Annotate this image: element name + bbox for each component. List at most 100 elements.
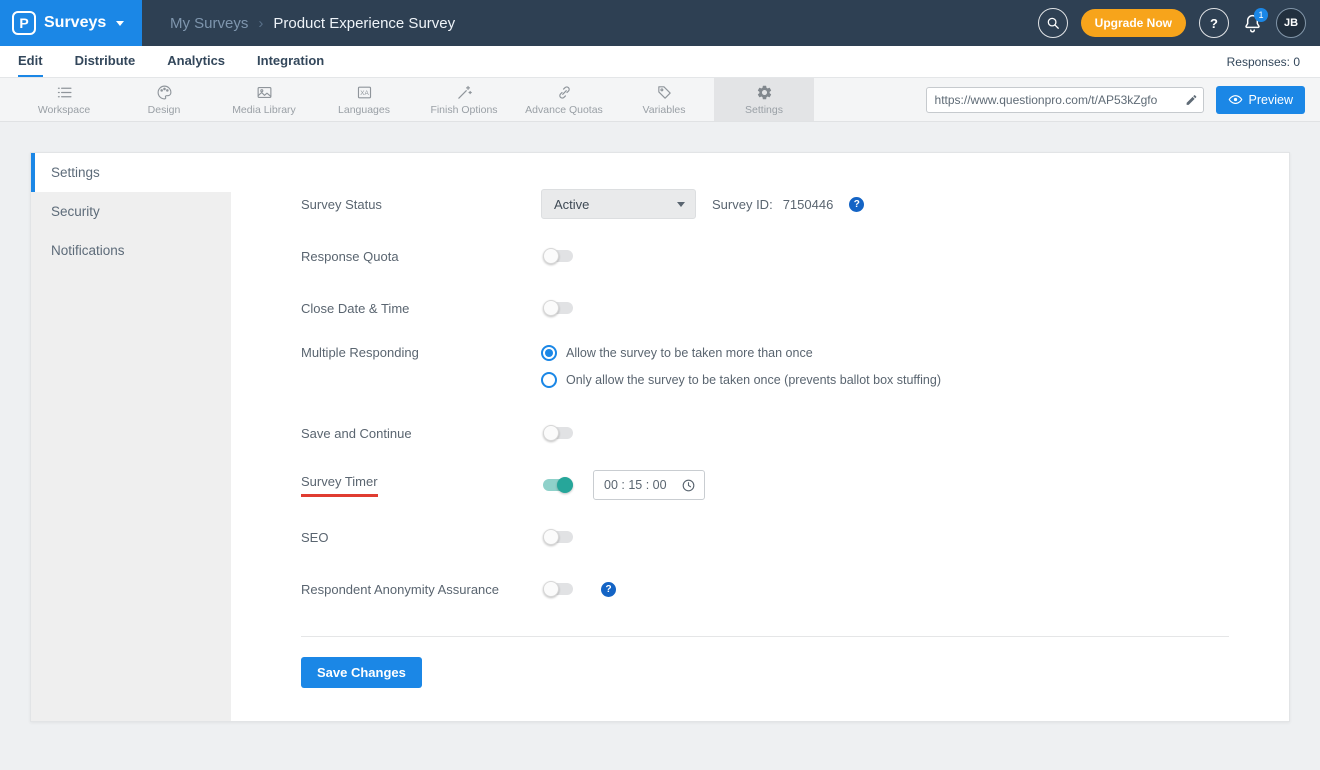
sidebar-item-notifications[interactable]: Notifications [31, 231, 231, 270]
breadcrumb-separator: › [258, 14, 264, 32]
top-navigation-bar: P Surveys My Surveys › Product Experienc… [0, 0, 1320, 46]
topbar-actions: Upgrade Now ? 1 JB [1037, 7, 1320, 38]
chevron-down-icon [116, 20, 125, 26]
multiple-responding-row: Multiple Responding Allow the survey to … [301, 345, 1229, 388]
radio-icon [541, 345, 557, 361]
toolbar-item-label: Media Library [232, 103, 296, 116]
languages-icon: XA [356, 84, 373, 101]
upgrade-now-button[interactable]: Upgrade Now [1080, 9, 1186, 37]
survey-timer-input[interactable]: 00 : 15 : 00 [593, 470, 705, 500]
settings-card: Settings Security Notifications Survey S… [30, 152, 1290, 722]
response-quota-label: Response Quota [301, 248, 399, 264]
tab-edit[interactable]: Edit [18, 46, 43, 77]
help-icon: ? [1210, 15, 1218, 31]
survey-url-wrap [925, 86, 1204, 113]
tab-integration[interactable]: Integration [257, 46, 324, 77]
chevron-down-icon [677, 201, 685, 207]
svg-text:XA: XA [360, 89, 369, 96]
workspace-icon [56, 84, 73, 101]
edit-toolbar: Workspace Design Media Library XA Langua… [0, 78, 1320, 122]
toolbar-item-languages[interactable]: XA Languages [314, 78, 414, 121]
anonymity-help-icon[interactable]: ? [601, 581, 616, 597]
chain-link-icon [556, 84, 573, 101]
toolbar-item-settings[interactable]: Settings [714, 78, 814, 121]
toolbar-item-workspace[interactable]: Workspace [14, 78, 114, 121]
toolbar-item-advance-quotas[interactable]: Advance Quotas [514, 78, 614, 121]
survey-status-row: Survey Status Active Survey ID: 7150446 … [301, 189, 1229, 219]
save-continue-toggle[interactable] [543, 425, 573, 441]
close-date-toggle[interactable] [543, 300, 573, 316]
responses-count: Responses: 0 [1226, 54, 1300, 69]
response-quota-row: Response Quota [301, 241, 1229, 271]
radio-option-label: Only allow the survey to be taken once (… [566, 373, 941, 387]
survey-url-input[interactable] [925, 86, 1204, 113]
response-quota-toggle[interactable] [543, 248, 573, 264]
breadcrumb-current-survey: Product Experience Survey [273, 14, 456, 32]
settings-panel: Survey Status Active Survey ID: 7150446 … [231, 153, 1289, 721]
seo-toggle[interactable] [543, 529, 573, 545]
gear-icon [756, 84, 773, 101]
divider [301, 636, 1229, 637]
survey-timer-toggle[interactable] [543, 477, 573, 493]
settings-page: Settings Security Notifications Survey S… [0, 122, 1320, 770]
toolbar-item-variables[interactable]: Variables [614, 78, 714, 121]
toolbar-item-label: Variables [642, 103, 686, 116]
radio-only-once[interactable]: Only allow the survey to be taken once (… [541, 372, 941, 388]
brand-label: Surveys [44, 14, 107, 31]
toolbar-item-finish-options[interactable]: Finish Options [414, 78, 514, 121]
toolbar-item-label: Advance Quotas [525, 103, 603, 116]
tag-icon [656, 84, 673, 101]
survey-status-value: Active [554, 196, 590, 212]
anonymity-toggle[interactable] [543, 581, 573, 597]
survey-id-value: 7150446 [782, 196, 834, 212]
sidebar-item-settings[interactable]: Settings [31, 153, 231, 192]
media-library-icon [256, 84, 273, 101]
toolbar-item-label: Settings [745, 103, 783, 116]
anonymity-label: Respondent Anonymity Assurance [301, 581, 500, 597]
save-continue-row: Save and Continue [301, 418, 1229, 448]
survey-timer-value: 00 : 15 : 00 [604, 478, 667, 492]
preview-button[interactable]: Preview [1215, 85, 1305, 114]
save-changes-button[interactable]: Save Changes [301, 657, 422, 688]
toolbar-item-media-library[interactable]: Media Library [214, 78, 314, 121]
multiple-responding-label: Multiple Responding [301, 345, 419, 360]
survey-timer-label: Survey Timer [301, 474, 541, 497]
preview-label: Preview [1248, 92, 1293, 107]
toolbar-item-label: Finish Options [430, 103, 498, 116]
surveys-menu[interactable]: P Surveys [0, 0, 142, 46]
eye-icon [1228, 92, 1243, 107]
breadcrumb-my-surveys[interactable]: My Surveys [170, 15, 248, 32]
edit-url-pencil-icon[interactable] [1185, 93, 1198, 106]
anonymity-row: Respondent Anonymity Assurance ? [301, 574, 1229, 604]
search-button[interactable] [1037, 8, 1068, 38]
questionpro-logo: P [12, 11, 36, 35]
tab-analytics[interactable]: Analytics [167, 46, 225, 77]
magic-wand-icon [456, 84, 473, 101]
survey-status-select[interactable]: Active [541, 189, 696, 219]
survey-status-label: Survey Status [301, 196, 382, 212]
tab-distribute[interactable]: Distribute [75, 46, 136, 77]
survey-id-help-icon[interactable]: ? [849, 196, 865, 212]
seo-row: SEO [301, 522, 1229, 552]
survey-timer-label-text: Survey Timer [301, 474, 378, 497]
seo-label: SEO [301, 529, 329, 545]
toolbar-right: Preview [925, 78, 1320, 121]
survey-section-tabs: Edit Distribute Analytics Integration Re… [0, 46, 1320, 78]
settings-sidebar: Settings Security Notifications [31, 153, 231, 721]
help-button[interactable]: ? [1199, 8, 1229, 38]
clock-icon [681, 478, 696, 493]
search-icon [1046, 16, 1060, 30]
multiple-responding-options: Allow the survey to be taken more than o… [541, 345, 941, 388]
toolbar-item-label: Languages [338, 103, 390, 116]
breadcrumb: My Surveys › Product Experience Survey [170, 15, 455, 32]
notifications-button[interactable]: 1 [1242, 7, 1268, 34]
notification-badge: 1 [1254, 7, 1268, 22]
survey-timer-row: Survey Timer 00 : 15 : 00 [301, 470, 1229, 500]
radio-allow-more-than-once[interactable]: Allow the survey to be taken more than o… [541, 345, 941, 361]
radio-icon [541, 372, 557, 388]
close-date-label: Close Date & Time [301, 300, 410, 316]
toolbar-item-design[interactable]: Design [114, 78, 214, 121]
design-palette-icon [156, 84, 173, 101]
avatar[interactable]: JB [1276, 8, 1306, 38]
sidebar-item-security[interactable]: Security [31, 192, 231, 231]
